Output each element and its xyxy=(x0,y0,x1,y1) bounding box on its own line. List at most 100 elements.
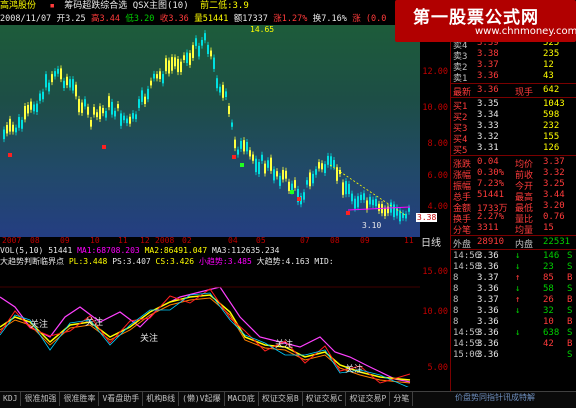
tick-time: 8 xyxy=(453,273,459,283)
candle xyxy=(387,203,389,217)
tick-row[interactable]: 14:59 3.36 42 B xyxy=(453,339,575,350)
candle xyxy=(42,88,44,103)
tick-row[interactable]: 8 3.36 ↓ 58 S xyxy=(453,284,575,295)
watermark-bottom: 价盘势同指针讯成特解 xyxy=(455,393,535,402)
indicator-tab[interactable]: (懒)V起爆 xyxy=(179,392,225,406)
tick-row[interactable]: 14:56 3.36 ↓ 146 S xyxy=(453,251,575,262)
candle xyxy=(312,170,314,187)
date-tick: 04 xyxy=(228,236,238,245)
stat-row[interactable]: 金额 1733万 最低 3.20 xyxy=(453,201,575,214)
tick-row[interactable]: 8 3.37 ↑ 85 B xyxy=(453,273,575,284)
candle xyxy=(402,209,404,221)
candle xyxy=(249,147,251,160)
date-tick: 2007 xyxy=(2,236,22,245)
sub-indicator-name: 大趋势判断临界点 xyxy=(0,257,64,266)
candle xyxy=(396,204,398,219)
candle xyxy=(267,157,269,171)
candle xyxy=(117,101,119,112)
indicator-tab[interactable]: 分笔 xyxy=(390,392,414,406)
tick-direction: ↓ xyxy=(515,251,521,261)
candle xyxy=(213,54,215,72)
tick-price: 3.36 xyxy=(477,251,499,261)
candle xyxy=(66,73,68,89)
candle xyxy=(366,197,368,213)
indicator-tab[interactable]: 很准加强 xyxy=(21,392,61,406)
indicator-tab[interactable]: 很准胜率 xyxy=(60,392,100,406)
prev-low-label: 前二低:3.9 xyxy=(200,1,249,11)
candle xyxy=(270,154,272,174)
main-y-axis: 12.00 10.00 8.00 6.00 4.00 3.38 xyxy=(416,25,450,237)
tick-row[interactable]: 14:59 3.36 ↓ 638 S xyxy=(453,328,575,339)
stat-row[interactable]: 涨幅 0.30% 前收 3.32 xyxy=(453,168,575,181)
candle xyxy=(144,93,146,108)
tick-row[interactable]: 8 3.36 10 B xyxy=(453,317,575,328)
stat-row[interactable]: 振幅 7.23% 今开 3.25 xyxy=(453,179,575,192)
buy-row[interactable]: 买1 3.35 1043 xyxy=(453,99,575,112)
buy-price: 3.31 xyxy=(477,143,499,153)
buy-row[interactable]: 买3 3.33 232 xyxy=(453,121,575,134)
stat-row[interactable]: 换手 2.27% 量比 0.76 xyxy=(453,212,575,225)
buy-row[interactable]: 买4 3.32 155 xyxy=(453,132,575,145)
tick-side: B xyxy=(567,273,573,283)
candle xyxy=(219,83,221,96)
candle xyxy=(357,193,359,211)
candle xyxy=(309,169,311,190)
candle xyxy=(75,81,77,100)
indicator-tab[interactable]: KDJ xyxy=(0,392,22,406)
sub-indicator-chart[interactable]: 关注 关注 关注 关注 关注 xyxy=(0,267,420,389)
tick-price: 3.36 xyxy=(477,284,499,294)
indicator-tab[interactable]: 权证交易C xyxy=(303,392,347,406)
sub-pl: PL:3.448 xyxy=(68,257,108,266)
candle xyxy=(351,190,353,205)
vol-ma3: MA3:112635.234 xyxy=(212,246,280,255)
indicator-tab[interactable]: MACD底 xyxy=(225,392,259,406)
sell-row[interactable]: 卖2 3.37 12 xyxy=(453,60,575,73)
sell-row[interactable]: 卖1 3.36 43 xyxy=(453,71,575,84)
indicator-tab[interactable]: 权证交易B xyxy=(259,392,303,406)
stock-name[interactable]: 高鸿股份 xyxy=(0,1,36,11)
candle xyxy=(57,65,59,77)
volume-row: VOL(5,10) 51441 MA1:68708.203 MA2:86491.… xyxy=(0,246,440,256)
buy-row[interactable]: 买2 3.34 598 xyxy=(453,110,575,123)
stat-row[interactable]: 涨跌 0.04 均价 3.37 xyxy=(453,157,575,170)
outer-inner-row[interactable]: 外盘 28910 内盘 22531 xyxy=(453,237,575,250)
candle xyxy=(6,121,8,137)
tick-volume: 32 xyxy=(543,306,554,316)
stat-value: 3.25 xyxy=(543,179,565,189)
candle xyxy=(132,110,134,122)
candle xyxy=(99,103,101,122)
indicator-name[interactable]: 筹码超跌综合选 QSX主图(10) xyxy=(64,1,188,11)
main-candlestick-chart[interactable]: 14.65 3.10 xyxy=(0,25,420,237)
stat-row[interactable]: 总手 51441 最高 3.44 xyxy=(453,190,575,203)
indicator-tab[interactable]: V看盘助手 xyxy=(99,392,144,406)
candle xyxy=(282,166,284,183)
sell-price: 3.37 xyxy=(477,60,499,70)
sell-volume: 235 xyxy=(543,49,560,59)
tick-side: S xyxy=(567,262,573,272)
candle xyxy=(114,107,116,120)
sub-y-axis: 15.00 10.00 5.00 xyxy=(420,267,450,387)
candle xyxy=(345,178,347,198)
candle xyxy=(93,104,95,118)
tick-row[interactable]: 15:00 3.36 S xyxy=(453,350,575,361)
vol-label: VOL(5,10) xyxy=(0,246,44,255)
tick-row[interactable]: 8 3.36 ↓ 32 S xyxy=(453,306,575,317)
info-close: 收3.36 xyxy=(159,14,189,24)
stat-row[interactable]: 分笔 3311 均量 15 xyxy=(453,223,575,236)
current-price-tag: 3.38 xyxy=(416,213,438,222)
sell-signal-marker xyxy=(290,190,294,194)
candle xyxy=(285,167,287,182)
last-row[interactable]: 最新 3.36 现手 642 xyxy=(453,85,575,98)
tick-row[interactable]: 14:58 3.36 ↓ 23 S xyxy=(453,262,575,273)
buy-row[interactable]: 买5 3.31 126 xyxy=(453,143,575,156)
candle xyxy=(9,115,11,135)
indicator-tab[interactable]: 机构B线 xyxy=(143,392,180,406)
indicator-tab[interactable]: 权证交易P xyxy=(346,392,391,406)
tick-direction: ↓ xyxy=(515,284,521,294)
sell-row[interactable]: 卖3 3.38 235 xyxy=(453,49,575,62)
candle xyxy=(147,85,149,103)
info-low: 低3.20 xyxy=(125,14,155,24)
buy-price: 3.34 xyxy=(477,110,499,120)
date-tick: 09 xyxy=(60,236,70,245)
tick-row[interactable]: 8 3.37 ↑ 26 B xyxy=(453,295,575,306)
